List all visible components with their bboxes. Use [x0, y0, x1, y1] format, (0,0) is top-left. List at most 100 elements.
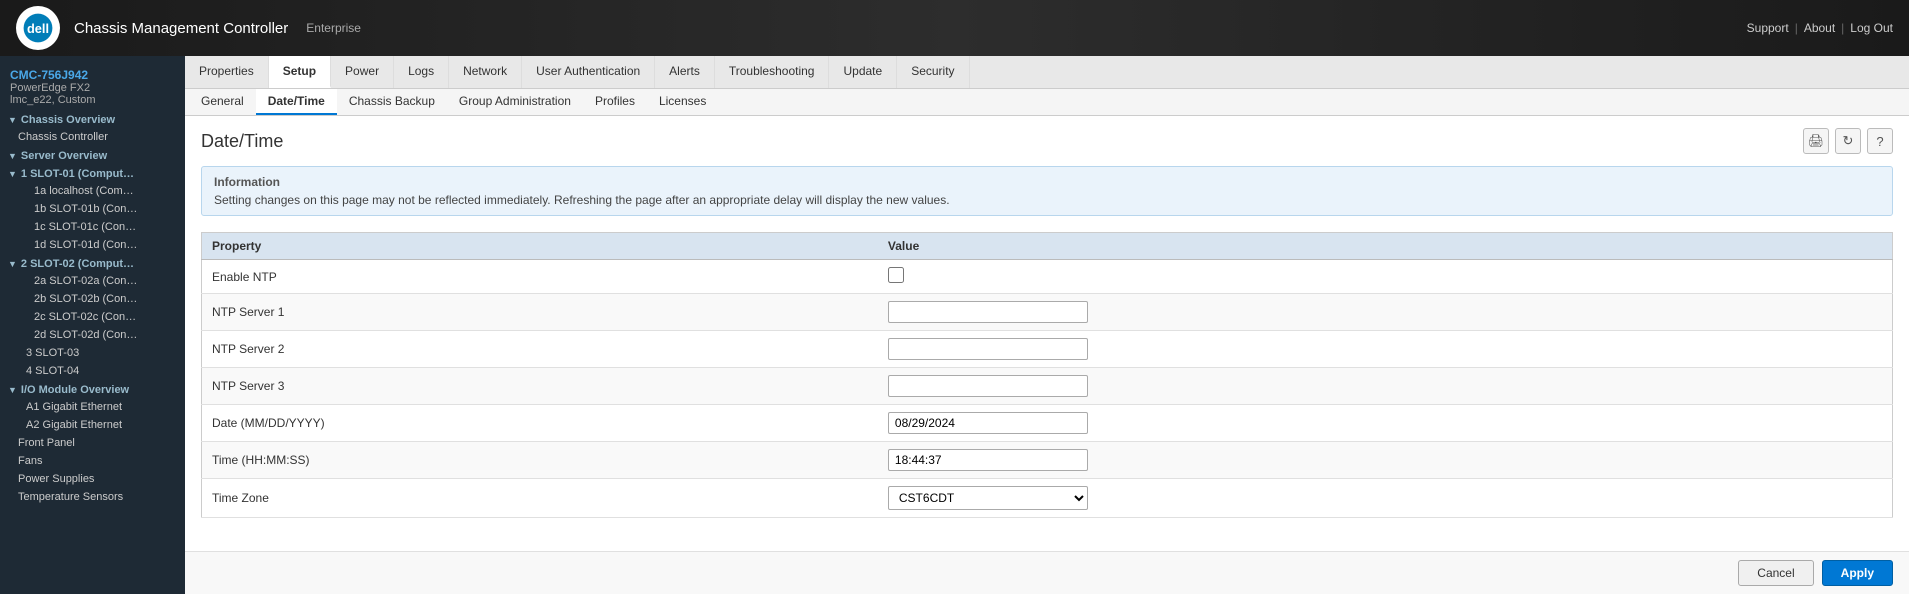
prop-date: Date (MM/DD/YYYY) [202, 405, 878, 442]
prop-timezone: Time Zone [202, 479, 878, 518]
subtab-group-administration[interactable]: Group Administration [447, 89, 583, 115]
content-area: Date/Time 🖨 ↻ ? Information Setting chan… [185, 116, 1909, 551]
top-navigation: Properties Setup Power Logs Network User… [185, 56, 1909, 89]
sidebar-item-temperature-sensors[interactable]: Temperature Sensors [0, 488, 185, 506]
val-enable-ntp [878, 260, 1893, 294]
sidebar-item-slot02[interactable]: ▼ 2 SLOT-02 (Comput… [0, 254, 185, 272]
prop-ntp-server1: NTP Server 1 [202, 294, 878, 331]
sidebar-item-chassis-controller[interactable]: Chassis Controller [0, 128, 185, 146]
print-button[interactable]: 🖨 [1803, 128, 1829, 154]
expand-icon: ▼ [8, 115, 17, 125]
sidebar-item-1b[interactable]: 1b SLOT-01b (Con… [0, 200, 185, 218]
val-date [878, 405, 1893, 442]
sidebar-item-slot01[interactable]: ▼ 1 SLOT-01 (Comput… [0, 164, 185, 182]
table-row: NTP Server 1 [202, 294, 1893, 331]
sidebar-item-server-overview[interactable]: ▼ Server Overview [0, 146, 185, 164]
subtab-chassis-backup[interactable]: Chassis Backup [337, 89, 447, 115]
tab-troubleshooting[interactable]: Troubleshooting [715, 56, 830, 88]
sidebar-item-label: I/O Module Overview [21, 384, 129, 396]
sidebar-item-1a[interactable]: 1a localhost (Com… [0, 182, 185, 200]
tab-power[interactable]: Power [331, 56, 394, 88]
ntp-server3-input[interactable] [888, 375, 1088, 397]
tab-update[interactable]: Update [829, 56, 897, 88]
sidebar-item-2b[interactable]: 2b SLOT-02b (Con… [0, 290, 185, 308]
subtab-profiles[interactable]: Profiles [583, 89, 647, 115]
tab-network[interactable]: Network [449, 56, 522, 88]
table-row: NTP Server 3 [202, 368, 1893, 405]
divider2: | [1841, 21, 1844, 35]
table-row: Time (HH:MM:SS) [202, 442, 1893, 479]
prop-ntp-server2: NTP Server 2 [202, 331, 878, 368]
refresh-button[interactable]: ↻ [1835, 128, 1861, 154]
sidebar-item-front-panel[interactable]: Front Panel [0, 434, 185, 452]
col-value: Value [878, 233, 1893, 260]
date-input[interactable] [888, 412, 1088, 434]
sidebar-item-2d[interactable]: 2d SLOT-02d (Con… [0, 326, 185, 344]
time-input[interactable] [888, 449, 1088, 471]
info-text: Setting changes on this page may not be … [214, 193, 1880, 207]
val-time [878, 442, 1893, 479]
main-content: Properties Setup Power Logs Network User… [185, 56, 1909, 594]
sidebar-item-slot04[interactable]: 4 SLOT-04 [0, 362, 185, 380]
prop-time: Time (HH:MM:SS) [202, 442, 878, 479]
help-button[interactable]: ? [1867, 128, 1893, 154]
sidebar-item-power-supplies[interactable]: Power Supplies [0, 470, 185, 488]
col-property: Property [202, 233, 878, 260]
tab-security[interactable]: Security [897, 56, 969, 88]
sidebar-item-a1[interactable]: A1 Gigabit Ethernet [0, 398, 185, 416]
edition-label: Enterprise [306, 21, 361, 35]
tab-logs[interactable]: Logs [394, 56, 449, 88]
prop-enable-ntp: Enable NTP [202, 260, 878, 294]
device-info: CMC-756J942 PowerEdge FX2 lmc_e22, Custo… [0, 60, 185, 110]
sidebar-item-label: 1 SLOT-01 (Comput… [21, 168, 134, 180]
val-timezone: CST6CDT UTC EST5EDT PST8PDT MST7MDT HST … [878, 479, 1893, 518]
properties-table: Property Value Enable NTP NTP Server 1 [201, 232, 1893, 518]
support-link[interactable]: Support [1747, 21, 1789, 35]
sidebar-item-1c[interactable]: 1c SLOT-01c (Con… [0, 218, 185, 236]
sub-navigation: General Date/Time Chassis Backup Group A… [185, 89, 1909, 116]
sidebar-item-2a[interactable]: 2a SLOT-02a (Con… [0, 272, 185, 290]
tab-alerts[interactable]: Alerts [655, 56, 715, 88]
prop-ntp-server3: NTP Server 3 [202, 368, 878, 405]
apply-button[interactable]: Apply [1822, 560, 1893, 586]
tab-user-authentication[interactable]: User Authentication [522, 56, 655, 88]
logout-link[interactable]: Log Out [1850, 21, 1893, 35]
sidebar-item-2c[interactable]: 2c SLOT-02c (Con… [0, 308, 185, 326]
device-custom: lmc_e22, Custom [10, 94, 175, 106]
expand-icon: ▼ [8, 151, 17, 161]
val-ntp-server1 [878, 294, 1893, 331]
ntp-server2-input[interactable] [888, 338, 1088, 360]
subtab-licenses[interactable]: Licenses [647, 89, 718, 115]
device-name[interactable]: CMC-756J942 [10, 68, 175, 82]
table-row: Time Zone CST6CDT UTC EST5EDT PST8PDT MS… [202, 479, 1893, 518]
sidebar-item-fans[interactable]: Fans [0, 452, 185, 470]
tab-setup[interactable]: Setup [269, 56, 331, 88]
ntp-server1-input[interactable] [888, 301, 1088, 323]
sidebar-section-chassis-overview[interactable]: ▼ Chassis Overview [0, 110, 185, 128]
subtab-datetime[interactable]: Date/Time [256, 89, 337, 115]
table-row: NTP Server 2 [202, 331, 1893, 368]
about-link[interactable]: About [1804, 21, 1835, 35]
sidebar-item-slot03[interactable]: 3 SLOT-03 [0, 344, 185, 362]
sidebar: CMC-756J942 PowerEdge FX2 lmc_e22, Custo… [0, 56, 185, 594]
footer-bar: Cancel Apply [185, 551, 1909, 594]
page-title: Date/Time [201, 131, 1803, 152]
val-ntp-server2 [878, 331, 1893, 368]
cancel-button[interactable]: Cancel [1738, 560, 1813, 586]
page-title-row: Date/Time 🖨 ↻ ? [201, 128, 1893, 154]
dell-logo: dell [16, 6, 60, 50]
subtab-general[interactable]: General [189, 89, 256, 115]
info-title: Information [214, 175, 1880, 189]
sidebar-item-1d[interactable]: 1d SLOT-01d (Con… [0, 236, 185, 254]
timezone-select[interactable]: CST6CDT UTC EST5EDT PST8PDT MST7MDT HST … [888, 486, 1088, 510]
device-model: PowerEdge FX2 [10, 82, 175, 94]
header: dell Chassis Management Controller Enter… [0, 0, 1909, 56]
sidebar-item-a2[interactable]: A2 Gigabit Ethernet [0, 416, 185, 434]
enable-ntp-checkbox[interactable] [888, 267, 904, 283]
main-layout: CMC-756J942 PowerEdge FX2 lmc_e22, Custo… [0, 56, 1909, 594]
sidebar-item-io-overview[interactable]: ▼ I/O Module Overview [0, 380, 185, 398]
tab-properties[interactable]: Properties [185, 56, 269, 88]
expand-icon: ▼ [8, 385, 17, 395]
info-box: Information Setting changes on this page… [201, 166, 1893, 216]
sidebar-item-label: Chassis Overview [21, 114, 115, 126]
